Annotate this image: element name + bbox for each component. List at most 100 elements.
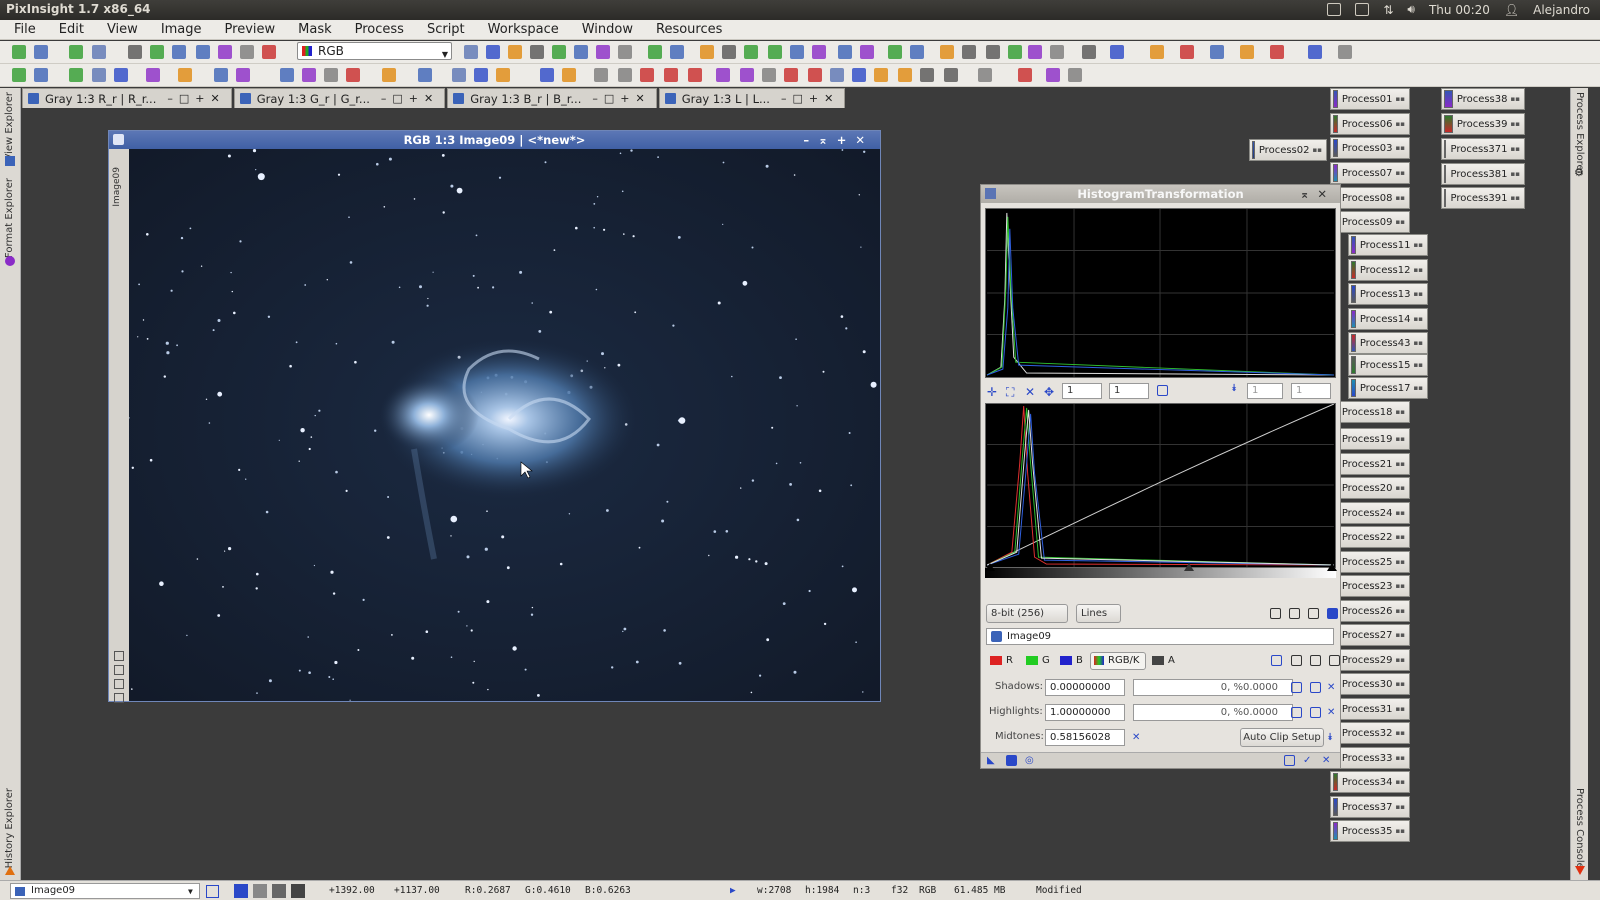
tab-controls[interactable]: –□+✕ xyxy=(592,92,650,105)
reset-zoom-icon[interactable] xyxy=(1157,385,1168,396)
process-icon-handle[interactable]: ▪▪ xyxy=(1393,533,1406,541)
process-icon-process21[interactable]: Process21 ▪▪ xyxy=(1330,453,1410,475)
toolbar1-icon-38[interactable] xyxy=(1110,45,1124,59)
process-icon-process32[interactable]: Process32 ▪▪ xyxy=(1330,722,1410,744)
toolbar2-icon-30[interactable] xyxy=(830,68,844,82)
midtones-slider-handle[interactable] xyxy=(1184,563,1194,571)
process-icon-handle[interactable]: ▪▪ xyxy=(1393,194,1406,202)
toolbar2-icon-34[interactable] xyxy=(920,68,934,82)
toolbar2-icon-21[interactable] xyxy=(618,68,632,82)
process-icon-handle[interactable]: ▪▪ xyxy=(1393,509,1406,517)
show-grid-icon[interactable] xyxy=(1327,608,1338,619)
menu-script[interactable]: Script xyxy=(427,22,465,37)
process-icon-process26[interactable]: Process26 ▪▪ xyxy=(1330,600,1410,622)
process-icon-handle[interactable]: ▪▪ xyxy=(1508,194,1521,202)
process-icon-process371[interactable]: Process371 ▪▪ xyxy=(1441,138,1525,160)
process-icon-process15[interactable]: Process15 ▪▪ xyxy=(1348,354,1428,376)
chevron-down-icon[interactable]: ⯯ xyxy=(1231,383,1242,394)
toolbar1-icon-30[interactable] xyxy=(910,45,924,59)
process-icon-handle[interactable]: ▪▪ xyxy=(1508,170,1521,178)
process-icon-process17[interactable]: Process17 ▪▪ xyxy=(1348,377,1428,399)
window-menu-icon[interactable] xyxy=(114,693,124,703)
process-icon-handle[interactable]: ▪▪ xyxy=(1393,607,1406,615)
status-view-select[interactable]: Image09 xyxy=(10,883,200,899)
process-icon-process11[interactable]: Process11 ▪▪ xyxy=(1348,234,1428,256)
toolbar1-icon-34[interactable] xyxy=(1008,45,1022,59)
toolbar2-icon-31[interactable] xyxy=(852,68,866,82)
process-icon-handle[interactable]: ▪▪ xyxy=(1393,680,1406,688)
process-icon-process30[interactable]: Process30 ▪▪ xyxy=(1330,673,1410,695)
toolbar2-icon-14[interactable] xyxy=(418,68,432,82)
histogram-transformation-window[interactable]: HistogramTransformation ⌅✕ ✛ ⛶ ✕ ✥ 1 1 ⯯… xyxy=(980,184,1341,769)
menu-window[interactable]: Window xyxy=(582,22,633,37)
toolbar1-icon-22[interactable] xyxy=(722,45,736,59)
show-transfer-icon[interactable] xyxy=(1308,608,1319,619)
toolbar2-icon-16[interactable] xyxy=(474,68,488,82)
chevron-down-icon[interactable]: ⯯ xyxy=(1327,732,1338,743)
format-explorer-tab[interactable]: Format Explorer xyxy=(4,178,15,258)
process-icon-handle[interactable]: ▪▪ xyxy=(1508,120,1521,128)
input-histogram-plot[interactable] xyxy=(985,403,1336,568)
clipping-gradient-bar[interactable] xyxy=(985,568,1336,578)
history-explorer-tab[interactable]: History Explorer xyxy=(4,788,15,868)
process-icon-handle[interactable]: ▪▪ xyxy=(1393,408,1406,416)
process-icon-process06[interactable]: Process06 ▪▪ xyxy=(1330,113,1410,135)
menu-edit[interactable]: Edit xyxy=(59,22,84,37)
toolbar2-icon-13[interactable] xyxy=(382,68,396,82)
toolbar1-icon-14[interactable] xyxy=(530,45,544,59)
process-icon-process39[interactable]: Process39 ▪▪ xyxy=(1441,113,1525,135)
shadows-reset-icon[interactable] xyxy=(1310,682,1321,693)
process-icon-handle[interactable]: ▪▪ xyxy=(1393,484,1406,492)
document-icon[interactable] xyxy=(206,885,219,898)
zoom-out-icon[interactable]: ✕ xyxy=(1025,385,1036,399)
toolbar1-icon-7[interactable] xyxy=(196,45,210,59)
toolbar1-icon-29[interactable] xyxy=(888,45,902,59)
tab-controls[interactable]: –□+✕ xyxy=(781,92,839,105)
tab-gray-l[interactable]: Gray 1:3 L | L... –□+✕ xyxy=(658,88,846,108)
toolbar1-icon-40[interactable] xyxy=(1180,45,1194,59)
toolbar2-icon-32[interactable] xyxy=(874,68,888,82)
process-icon-process43[interactable]: Process43 ▪▪ xyxy=(1348,332,1428,354)
process-icon-handle[interactable]: ▪▪ xyxy=(1310,146,1323,154)
process-icon-process18[interactable]: Process18 ▪▪ xyxy=(1330,401,1410,423)
toolbar2-icon-27[interactable] xyxy=(762,68,776,82)
real-time-preview-icon[interactable]: ◎ xyxy=(1025,755,1036,766)
mode-2-icon[interactable] xyxy=(253,884,267,898)
toolbar2-icon-29[interactable] xyxy=(808,68,822,82)
process-icon-process13[interactable]: Process13 ▪▪ xyxy=(1348,283,1428,305)
channel-b[interactable]: B xyxy=(1076,655,1083,666)
shadows-cross-icon[interactable]: ✕ xyxy=(1327,682,1338,693)
tab-gray-r[interactable]: Gray 1:3 R_r | R_r... –□+✕ xyxy=(22,88,232,108)
network-icon[interactable]: ⇅ xyxy=(1383,3,1393,17)
zoom-box-icon[interactable] xyxy=(114,679,124,689)
process-icon-handle[interactable]: ▪▪ xyxy=(1411,339,1424,347)
toolbar2-icon-22[interactable] xyxy=(640,68,654,82)
toolbar1-icon-4[interactable] xyxy=(128,45,142,59)
set-black-icon[interactable] xyxy=(1291,655,1302,666)
process-icon-process34[interactable]: Process34 ▪▪ xyxy=(1330,771,1410,793)
toolbar2-icon-20[interactable] xyxy=(594,68,608,82)
toolbar2-icon-11[interactable] xyxy=(324,68,338,82)
show-curve-icon[interactable] xyxy=(1289,608,1300,619)
apply-icon[interactable]: ✓ xyxy=(1303,755,1314,766)
toolbar1-icon-27[interactable] xyxy=(838,45,852,59)
zoom-fit-icon[interactable]: ⛶ xyxy=(1006,385,1017,399)
tab-gray-g[interactable]: Gray 1:3 G_r | G_r... –□+✕ xyxy=(233,88,446,108)
auto-zero-shadows-icon[interactable] xyxy=(1271,655,1282,666)
process-icon-handle[interactable]: ▪▪ xyxy=(1393,169,1406,177)
log-scale-icon[interactable] xyxy=(1270,608,1281,619)
toolbar2-icon-10[interactable] xyxy=(302,68,316,82)
window-controls[interactable]: –⌅+✕ xyxy=(803,131,874,149)
zoom-center-icon[interactable] xyxy=(114,665,124,675)
toolbar2-icon-24[interactable] xyxy=(688,68,702,82)
toolbar1-icon-0[interactable] xyxy=(12,45,26,59)
process-icon-process25[interactable]: Process25 ▪▪ xyxy=(1330,551,1410,573)
toolbar1-icon-36[interactable] xyxy=(1050,45,1064,59)
image-canvas[interactable] xyxy=(129,149,880,701)
toolbar1-icon-20[interactable] xyxy=(670,45,684,59)
process-icon-process09[interactable]: Process09 ▪▪ xyxy=(1330,211,1410,233)
channel-g[interactable]: G xyxy=(1042,655,1050,666)
process-icon-process24[interactable]: Process24 ▪▪ xyxy=(1330,502,1410,524)
process-icon-handle[interactable]: ▪▪ xyxy=(1393,803,1406,811)
menu-file[interactable]: File xyxy=(14,22,36,37)
